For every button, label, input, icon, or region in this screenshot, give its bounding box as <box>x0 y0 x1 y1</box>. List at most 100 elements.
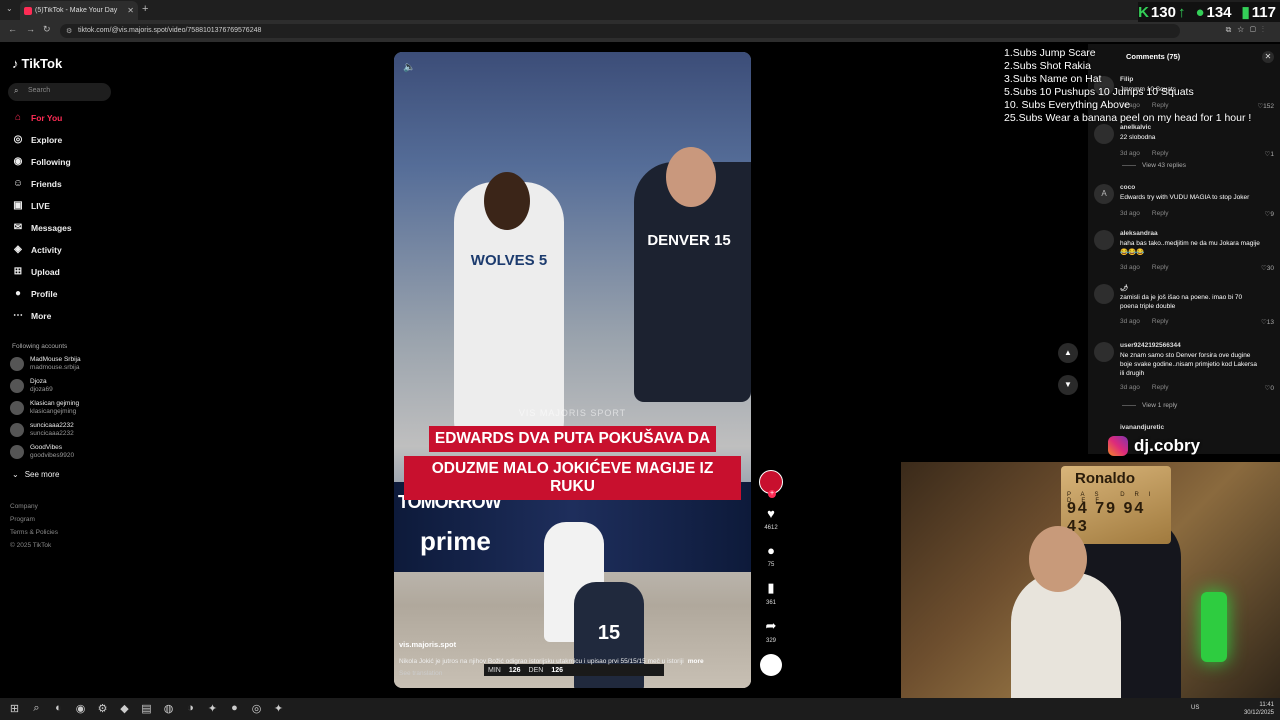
tiktok-logo[interactable]: ♪ TikTok <box>12 56 62 71</box>
reply-button[interactable]: Reply <box>1152 318 1169 325</box>
creator-avatar[interactable]: + <box>759 470 783 498</box>
view-replies-button[interactable]: View 1 reply <box>1122 402 1177 409</box>
video-description: Nikola Jokić je jutros na njihov Božić o… <box>399 658 704 665</box>
sidebar-item-explore[interactable]: ◎ Explore <box>12 134 63 145</box>
app-icon[interactable]: ✦ <box>272 702 285 715</box>
comment-like-button[interactable]: ♡152 <box>1257 102 1274 110</box>
clock[interactable]: 11:41 30/12/2025 <box>1244 701 1274 717</box>
app-icon[interactable]: ▤ <box>140 702 153 715</box>
comment-username[interactable]: aleksandraa <box>1120 230 1158 237</box>
friends-icon: ☺ <box>12 178 24 189</box>
tab-list-chevron-icon[interactable]: ⌄ <box>6 4 13 13</box>
comment-username[interactable]: coco <box>1120 184 1135 191</box>
app-icon[interactable]: ◎ <box>250 702 263 715</box>
comment-like-button[interactable]: ♡0 <box>1265 384 1274 392</box>
reply-button[interactable]: Reply <box>1152 384 1169 391</box>
volume-icon[interactable]: 🔈 <box>403 62 415 73</box>
footer-link[interactable]: Program <box>10 516 35 523</box>
following-icon: ◉ <box>13 156 23 167</box>
app-icon[interactable]: ◑ <box>184 702 197 715</box>
music-disc-icon[interactable] <box>760 654 782 676</box>
video-author[interactable]: vis.majoris.spot <box>399 640 456 649</box>
commenter-avatar[interactable] <box>1094 284 1114 304</box>
commenter-avatar[interactable]: A <box>1094 184 1114 204</box>
view-replies-button[interactable]: View 43 replies <box>1122 162 1186 169</box>
footer-link[interactable]: Company <box>10 503 38 510</box>
language-indicator[interactable]: US <box>1191 705 1199 711</box>
following-account[interactable]: Djoza djoza69 <box>10 378 53 394</box>
sidebar-item-live[interactable]: ▣ LIVE <box>12 200 50 211</box>
like-button[interactable]: ♥ 4612 <box>758 506 784 531</box>
player-wolves-head <box>484 172 530 230</box>
address-bar-actions[interactable]: ⧉☆▢⋮ <box>1226 25 1270 35</box>
sidebar-item-upload[interactable]: ⊞ Upload <box>12 266 60 277</box>
sidebar-item-friends[interactable]: ☺ Friends <box>12 178 62 189</box>
sidebar-item-activity[interactable]: ◈ Activity <box>12 244 62 255</box>
browser-tab[interactable]: (5)TikTok - Make Your Day ✕ <box>20 1 138 20</box>
close-tab-icon[interactable]: ✕ <box>127 6 134 15</box>
subs-goal-line: 10. Subs Everything Above <box>1004 99 1131 111</box>
share-button[interactable]: ➦ 329 <box>758 618 784 644</box>
commenter-avatar[interactable] <box>1094 230 1114 250</box>
comment-username[interactable]: 🌶 <box>1120 284 1128 292</box>
chrome-icon[interactable]: ◉ <box>74 702 87 715</box>
comment-username[interactable]: anelkalvic <box>1120 124 1151 131</box>
sidebar-item-following[interactable]: ◉ Following <box>12 156 71 167</box>
url-field[interactable]: ⚙ tiktok.com/@vis.majoris.spot/video/758… <box>60 24 1180 38</box>
reload-icon[interactable]: ↻ <box>43 24 51 35</box>
back-icon[interactable]: ← <box>8 24 17 34</box>
forward-icon[interactable]: → <box>26 24 35 34</box>
avatar <box>10 445 24 459</box>
previous-video-button[interactable]: ▲ <box>1058 343 1078 363</box>
instagram-icon <box>1108 436 1128 456</box>
comment-username[interactable]: user9242192566344 <box>1120 342 1181 349</box>
chevron-down-icon: ⌄ <box>12 470 19 479</box>
windows-start-icon[interactable]: ⊞ <box>8 702 21 715</box>
reply-button[interactable]: Reply <box>1152 150 1169 157</box>
edge-icon[interactable]: ◐ <box>52 702 65 715</box>
settings-icon[interactable]: ⚙ <box>96 702 109 715</box>
following-account[interactable]: suncicaaa2232 suncicaaa2232 <box>10 422 74 438</box>
reply-button[interactable]: Reply <box>1152 264 1169 271</box>
comment-button[interactable]: ● 75 <box>758 543 784 568</box>
reply-button[interactable]: Reply <box>1152 210 1169 217</box>
comment-like-button[interactable]: ♡9 <box>1265 210 1274 218</box>
footer-link: © 2025 TikTok <box>10 542 52 549</box>
new-tab-icon[interactable]: + <box>142 3 148 15</box>
following-account[interactable]: GoodVibes goodvibes9920 <box>10 444 74 460</box>
close-icon[interactable]: ✕ <box>1262 51 1274 63</box>
search-icon[interactable]: ⌕ <box>30 702 43 715</box>
follow-plus-icon[interactable]: + <box>768 490 776 498</box>
save-button[interactable]: ▮ 361 <box>758 580 784 606</box>
stream-counters: K 130 ↑ ● 134 ▮ 117 <box>1138 2 1280 22</box>
more-link[interactable]: more <box>688 658 704 665</box>
site-info-icon[interactable]: ⚙ <box>66 27 72 35</box>
footer-link[interactable]: Terms & Policies <box>10 529 58 536</box>
app-icon[interactable]: ◆ <box>118 702 131 715</box>
webcam-overlay: Ronaldo PAS DRI DEF 94 79 94 43 <box>901 462 1280 707</box>
sidebar-item-more[interactable]: ⋯ More <box>12 310 51 321</box>
following-account[interactable]: Klasican gejming klasicangejming <box>10 400 79 416</box>
search-input[interactable]: ⌕ Search <box>8 83 111 101</box>
comment-like-button[interactable]: ♡13 <box>1261 318 1274 326</box>
video-player[interactable]: WOLVES 5 DENVER 15 🔈 VIS MAJORIS SPORT T… <box>394 52 751 688</box>
comment-like-button[interactable]: ♡1 <box>1265 150 1274 158</box>
sidebar-item-messages[interactable]: ✉ Messages <box>12 222 72 233</box>
commenter-avatar[interactable] <box>1094 124 1114 144</box>
app-icon[interactable]: ✦ <box>206 702 219 715</box>
scorebug: MIN 126 DEN 126 <box>484 664 664 676</box>
next-video-button[interactable]: ▼ <box>1058 375 1078 395</box>
following-account[interactable]: MadMouse Srbija madmouse.srbija <box>10 356 81 372</box>
app-icon[interactable]: ◍ <box>162 702 175 715</box>
sidebar-item-for-you[interactable]: ⌂ For You <box>12 112 62 123</box>
sidebar-item-profile[interactable]: ● Profile <box>12 288 57 299</box>
screen: ⌄ (5)TikTok - Make Your Day ✕ + ← → ↻ ⚙ … <box>0 0 1280 720</box>
see-translation-link[interactable]: See translation <box>399 670 442 677</box>
see-more-button[interactable]: ⌄ See more <box>12 470 59 479</box>
tiktok-favicon-icon <box>24 6 32 15</box>
green-light <box>1201 592 1227 662</box>
commenter-avatar[interactable] <box>1094 342 1114 362</box>
comment-meta: 3d ago Reply <box>1120 384 1169 391</box>
comment-like-button[interactable]: ♡30 <box>1261 264 1274 272</box>
app-icon[interactable]: ● <box>228 702 241 715</box>
